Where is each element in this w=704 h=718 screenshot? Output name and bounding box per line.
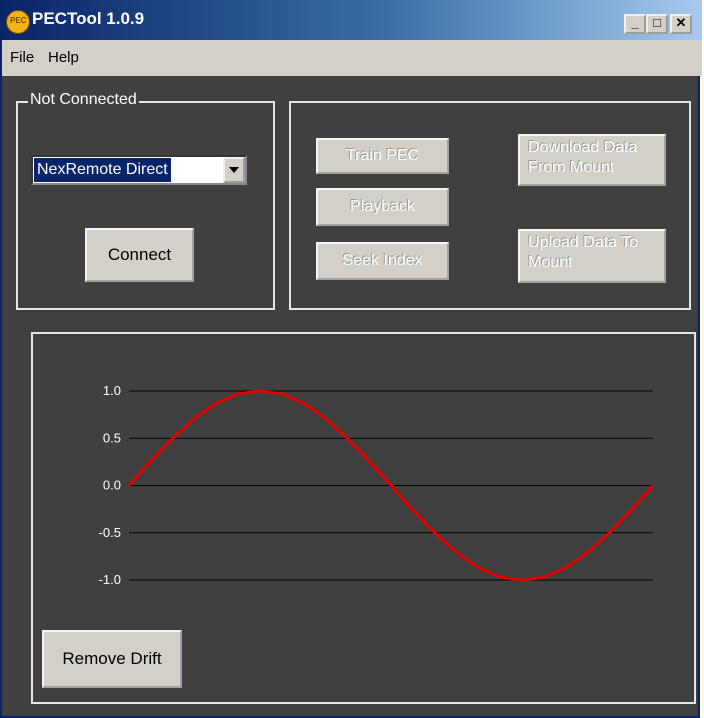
pec-logo-icon: PEC (6, 10, 30, 34)
upload-label-line2: Mount (528, 254, 573, 271)
download-data-button[interactable]: Download Data From Mount (518, 134, 666, 186)
chevron-down-icon[interactable] (223, 157, 245, 183)
device-select[interactable]: NexRemote Direct (31, 155, 247, 185)
upload-data-button[interactable]: Upload Data To Mount (518, 229, 666, 283)
minimize-button[interactable]: _ (624, 14, 646, 34)
connect-button[interactable]: Connect (85, 228, 194, 282)
actions-group: Train PEC Playback Seek Index Download D… (289, 101, 691, 310)
maximize-button[interactable]: □ (646, 14, 668, 34)
chart-y-tick-labels: 1.0 0.5 0.0 -0.5 -1.0 (99, 383, 121, 587)
y-tick-label: 0.0 (103, 478, 121, 493)
window-title: PECTool 1.0.9 (32, 9, 145, 28)
y-tick-label: 1.0 (103, 383, 121, 398)
y-tick-label: -0.5 (99, 525, 121, 540)
playback-button[interactable]: Playback (316, 188, 449, 226)
menu-file[interactable]: File (10, 49, 34, 66)
train-pec-button[interactable]: Train PEC (316, 138, 449, 174)
title-bar[interactable]: PEC PECTool 1.0.9 _ □ ✕ (2, 0, 702, 40)
device-select-value: NexRemote Direct (34, 158, 171, 182)
connection-status-label: Not Connected (28, 91, 139, 109)
y-tick-label: 0.5 (103, 430, 121, 445)
download-label-line2: From Mount (528, 159, 615, 176)
download-label-line1: Download Data (528, 139, 638, 156)
seek-index-button[interactable]: Seek Index (316, 242, 449, 280)
remove-drift-button[interactable]: Remove Drift (42, 630, 182, 688)
connection-group: Not Connected NexRemote Direct Connect (16, 91, 275, 310)
upload-label-line1: Upload Data To (528, 234, 638, 251)
menu-help[interactable]: Help (48, 49, 79, 66)
close-button[interactable]: ✕ (670, 14, 692, 34)
y-tick-label: -1.0 (99, 572, 121, 587)
menu-bar: File Help (2, 40, 702, 76)
main-window: PEC PECTool 1.0.9 _ □ ✕ File Help Not Co… (0, 0, 702, 718)
